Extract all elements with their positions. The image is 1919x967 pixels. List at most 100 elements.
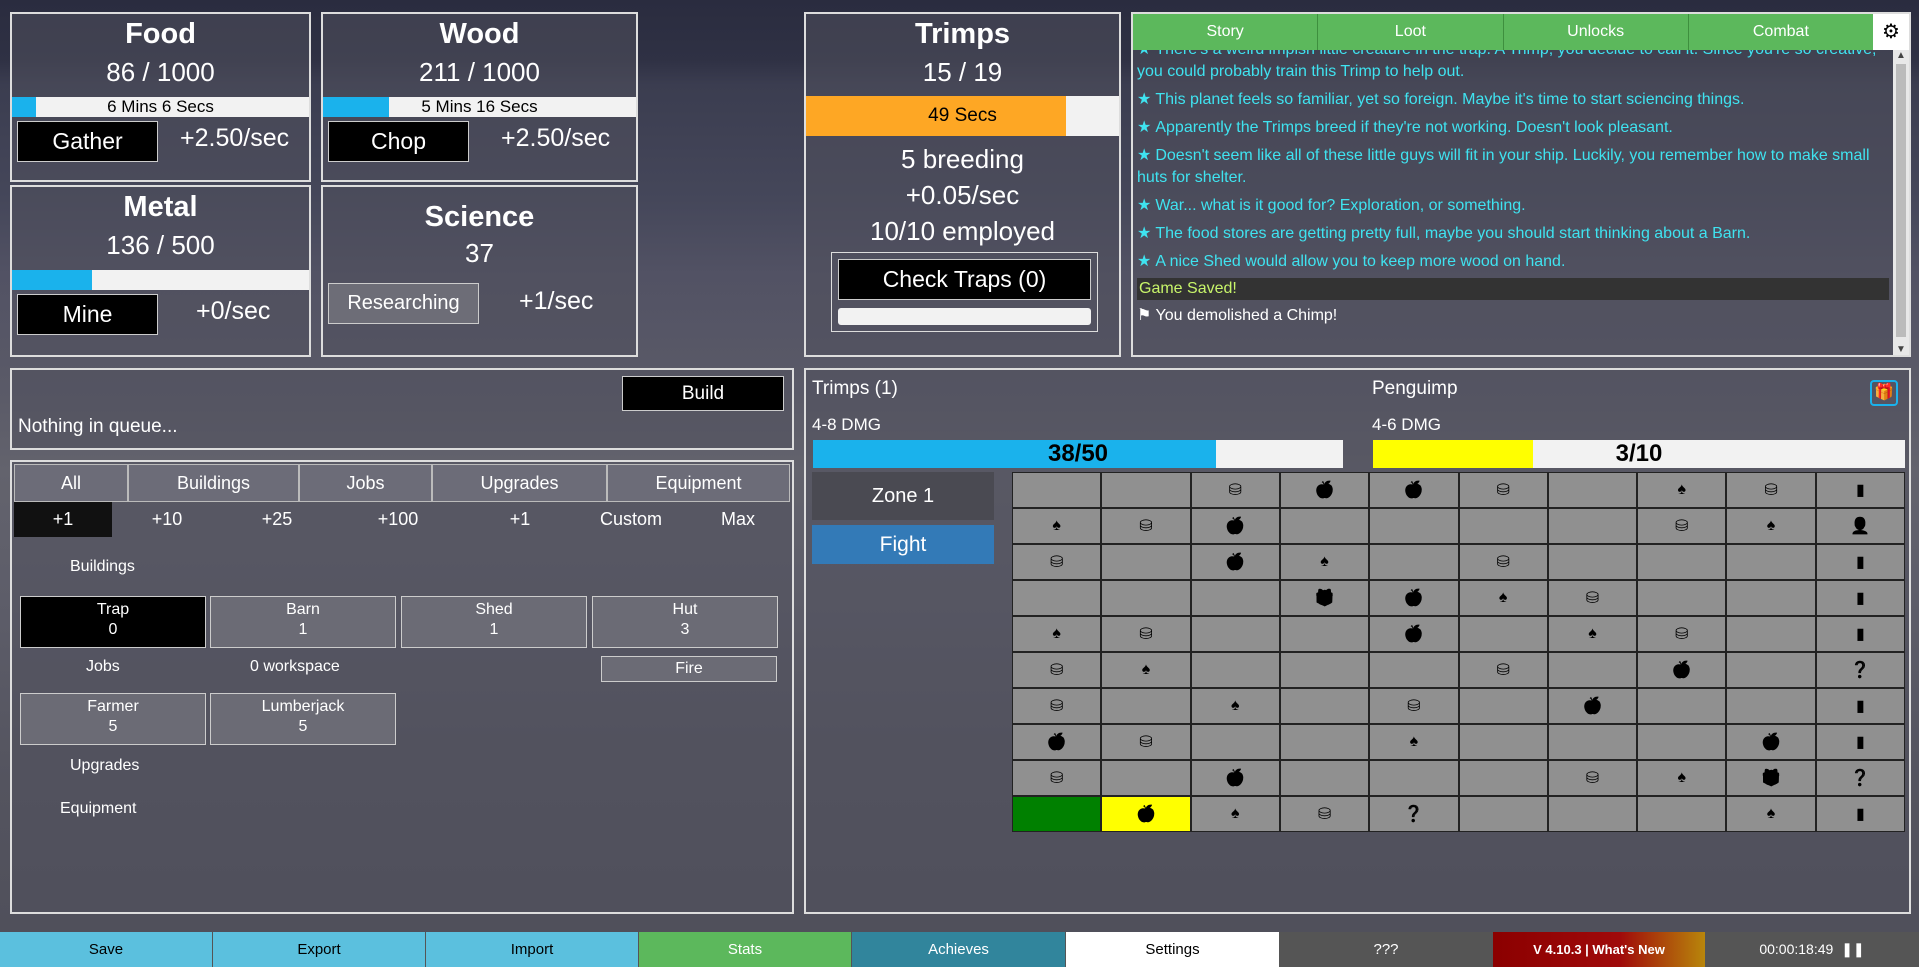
map-cell-tree[interactable]: ♠	[1279, 544, 1370, 580]
map-cell-question[interactable]: ❓	[1815, 760, 1905, 796]
amount-custom[interactable]: Custom	[576, 502, 686, 537]
map-cell-food[interactable]: 🍎	[1190, 508, 1280, 544]
map-cell-empty[interactable]	[1369, 544, 1459, 580]
map-cell-current-food[interactable]: 🍎	[1101, 796, 1191, 832]
map-cell-empty[interactable]	[1101, 544, 1191, 580]
amount-plus-25[interactable]: +25	[222, 502, 332, 537]
job-farmer[interactable]: Farmer 5	[20, 693, 206, 745]
map-cell-empty[interactable]	[1637, 580, 1727, 616]
tab-unlocks[interactable]: Unlocks	[1504, 14, 1689, 50]
zone-button[interactable]: Zone 1	[812, 472, 994, 520]
map-cell-book[interactable]: ▮	[1815, 616, 1905, 652]
map-cell-wood[interactable]: ⛁	[1012, 652, 1102, 688]
researching-button[interactable]: Researching	[328, 283, 479, 324]
tab-buildings[interactable]: Buildings	[128, 464, 299, 502]
map-cell-empty[interactable]	[1726, 688, 1816, 724]
map-cell-empty[interactable]	[1190, 580, 1280, 616]
map-cell-tree[interactable]: ♠	[1458, 580, 1548, 616]
map-cell-food[interactable]: 🍎	[1012, 724, 1102, 760]
mine-button[interactable]: Mine	[17, 294, 158, 335]
map-cell-tree[interactable]: ♠	[1012, 508, 1102, 544]
map-cell-tree[interactable]: ♠	[1190, 796, 1280, 832]
amount-plus-100[interactable]: +100	[332, 502, 464, 537]
map-cell-tree[interactable]: ♠	[1637, 472, 1727, 508]
map-cell-tree[interactable]: ♠	[1547, 616, 1638, 652]
save-button[interactable]: Save	[0, 932, 213, 967]
map-cell-empty[interactable]	[1458, 724, 1548, 760]
map-cell-wood[interactable]: ⛁	[1458, 652, 1548, 688]
gift-icon[interactable]: 🎁	[1870, 380, 1898, 406]
map-cell-book[interactable]: ▮	[1815, 472, 1905, 508]
version-button[interactable]: V 4.10.3 | What's New	[1493, 932, 1706, 967]
scroll-down-icon[interactable]: ▼	[1893, 344, 1909, 355]
map-cell-empty[interactable]	[1279, 652, 1370, 688]
map-cell-food[interactable]: 🍎	[1547, 688, 1638, 724]
amount-plus-10[interactable]: +10	[112, 502, 222, 537]
map-cell-food[interactable]: 🍎	[1637, 652, 1727, 688]
map-cell-tree[interactable]: ♠	[1190, 688, 1280, 724]
map-cell-wood[interactable]: ⛁	[1101, 724, 1191, 760]
map-cell-empty[interactable]	[1101, 760, 1191, 796]
building-hut[interactable]: Hut 3	[592, 596, 778, 648]
tab-upgrades[interactable]: Upgrades	[432, 464, 607, 502]
map-cell-tree[interactable]: ♠	[1726, 508, 1816, 544]
build-button[interactable]: Build	[622, 376, 784, 411]
tab-combat[interactable]: Combat	[1689, 14, 1873, 50]
map-cell-book[interactable]: ▮	[1815, 580, 1905, 616]
map-cell-book[interactable]: ▮	[1815, 544, 1905, 580]
map-cell-empty[interactable]	[1101, 580, 1191, 616]
map-cell-empty[interactable]	[1458, 688, 1548, 724]
log-scrollbar[interactable]: ▲ ▼	[1893, 50, 1909, 355]
map-cell-empty[interactable]	[1547, 724, 1638, 760]
map-cell-tree[interactable]: ♠	[1637, 760, 1727, 796]
map-cell-tree[interactable]: ♠	[1101, 652, 1191, 688]
map-cell-tree[interactable]: ♠	[1012, 616, 1102, 652]
tab-jobs[interactable]: Jobs	[299, 464, 432, 502]
map-cell-empty[interactable]	[1190, 652, 1280, 688]
map-cell-empty[interactable]	[1547, 508, 1638, 544]
map-cell-empty[interactable]	[1279, 688, 1370, 724]
map-cell-empty[interactable]	[1190, 616, 1280, 652]
map-cell-empty[interactable]	[1547, 472, 1638, 508]
map-cell-empty[interactable]	[1637, 688, 1727, 724]
gather-button[interactable]: Gather	[17, 121, 158, 162]
map-cell-empty[interactable]	[1726, 544, 1816, 580]
map-cell-food[interactable]: 🍎	[1369, 472, 1459, 508]
building-barn[interactable]: Barn 1	[210, 596, 396, 648]
map-cell-food[interactable]: 🍎	[1726, 724, 1816, 760]
map-cell-empty[interactable]	[1726, 580, 1816, 616]
map-cell-cleared[interactable]	[1012, 796, 1102, 832]
stats-button[interactable]: Stats	[639, 932, 852, 967]
map-cell-wood[interactable]: ⛁	[1012, 688, 1102, 724]
play-time[interactable]: 00:00:18:49 ❚❚	[1706, 932, 1919, 967]
map-cell-empty[interactable]	[1279, 724, 1370, 760]
map-cell-gift[interactable]: 🎁	[1726, 760, 1816, 796]
export-button[interactable]: Export	[213, 932, 426, 967]
map-cell-empty[interactable]	[1101, 688, 1191, 724]
map-cell-tree[interactable]: ♠	[1369, 724, 1459, 760]
map-cell-book[interactable]: ▮	[1815, 724, 1905, 760]
amount-max[interactable]: Max	[686, 502, 790, 537]
map-cell-empty[interactable]	[1726, 652, 1816, 688]
check-traps-button[interactable]: Check Traps (0)	[838, 259, 1091, 300]
map-cell-empty[interactable]	[1637, 796, 1727, 832]
building-shed[interactable]: Shed 1	[401, 596, 587, 648]
tab-loot[interactable]: Loot	[1318, 14, 1504, 50]
pause-icon[interactable]: ❚❚	[1841, 941, 1864, 957]
tab-equipment[interactable]: Equipment	[607, 464, 790, 502]
map-cell-food[interactable]: 🍎	[1369, 580, 1459, 616]
map-cell-empty[interactable]	[1547, 544, 1638, 580]
map-cell-empty[interactable]	[1279, 508, 1370, 544]
map-cell-empty[interactable]	[1012, 580, 1102, 616]
map-cell-empty[interactable]	[1547, 652, 1638, 688]
map-cell-wood[interactable]: ⛁	[1190, 472, 1280, 508]
map-cell-book[interactable]: ▮	[1815, 796, 1905, 832]
log-messages[interactable]: ★There's a weird impish little creature …	[1133, 50, 1893, 355]
scroll-up-icon[interactable]: ▲	[1893, 50, 1909, 61]
map-cell-wood[interactable]: ⛁	[1637, 616, 1727, 652]
map-cell-gift[interactable]: 🎁	[1279, 580, 1370, 616]
map-cell-food[interactable]: 🍎	[1369, 616, 1459, 652]
map-cell-empty[interactable]	[1637, 724, 1727, 760]
amount-plus-1[interactable]: +1	[14, 502, 112, 537]
map-cell-person[interactable]: 👤	[1815, 508, 1905, 544]
